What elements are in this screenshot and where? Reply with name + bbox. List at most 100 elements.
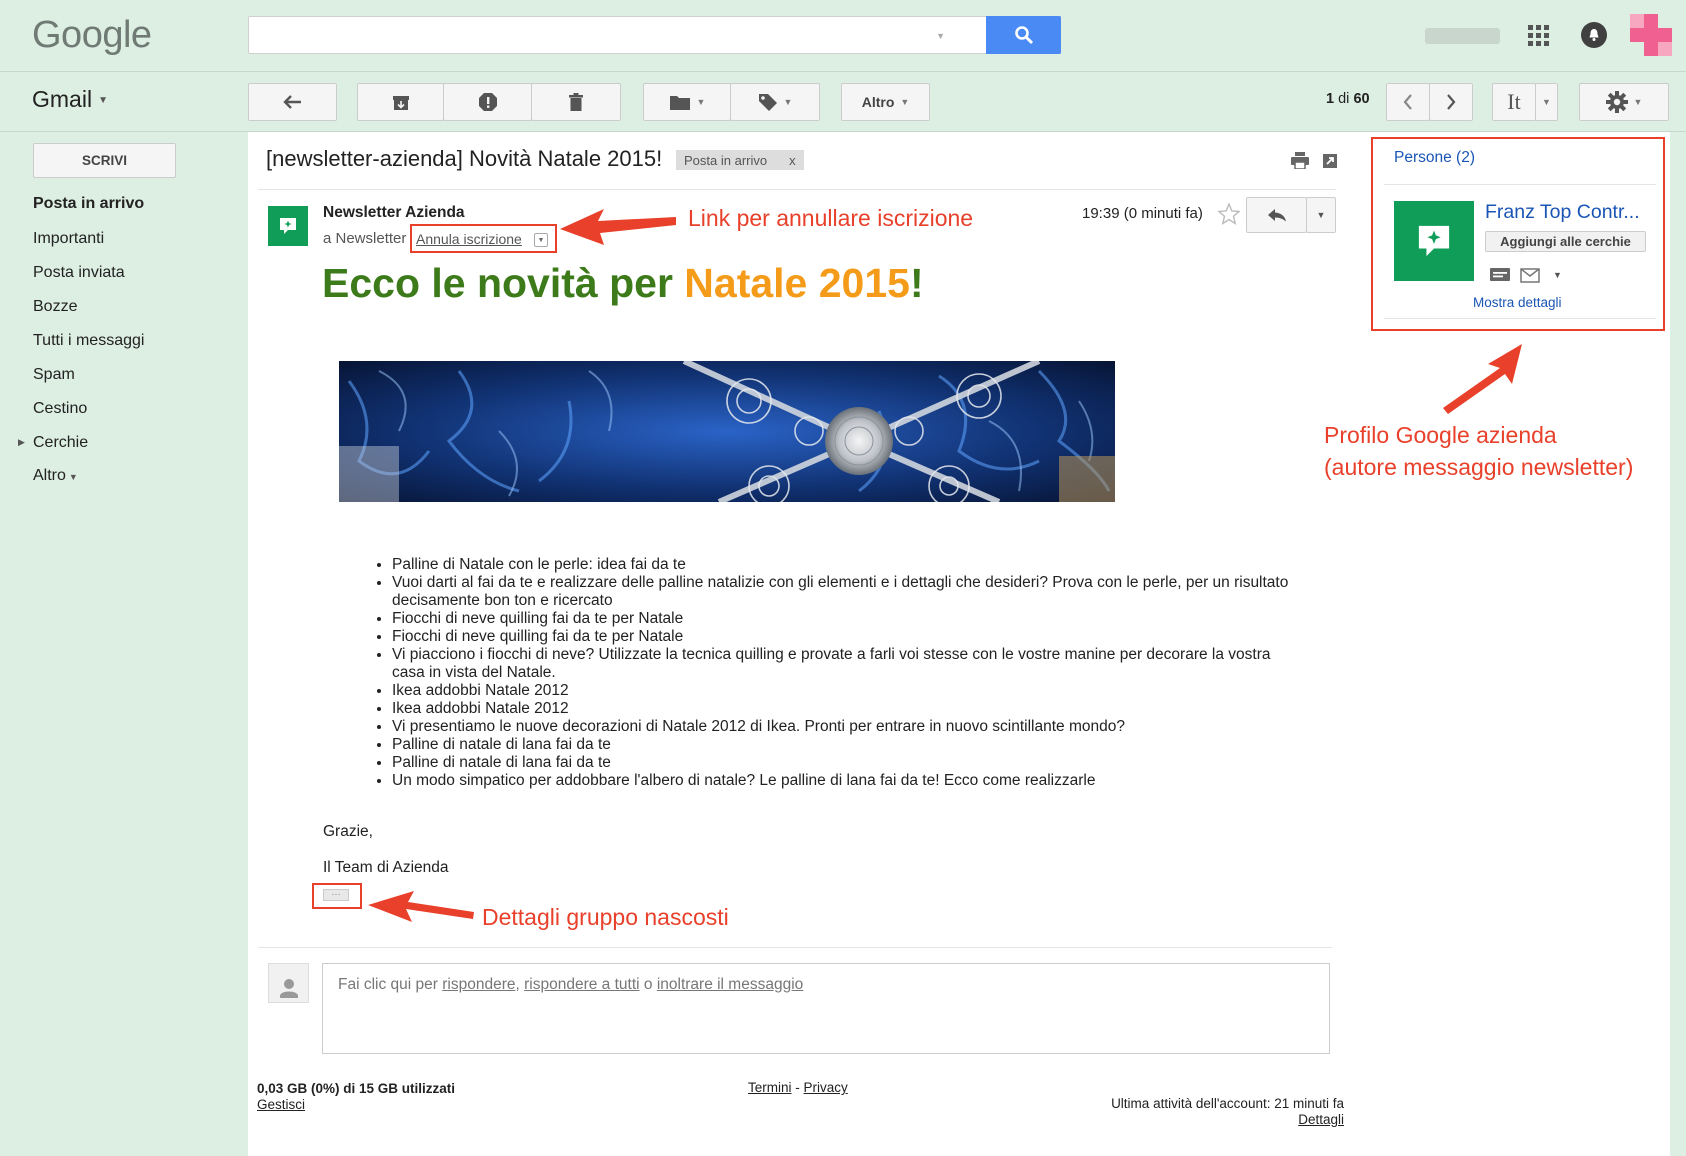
search-options-caret-icon[interactable]: ▼ [936, 31, 945, 41]
print-icon[interactable] [1291, 152, 1309, 169]
reply-box[interactable]: Fai clic qui per rispondere, rispondere … [322, 963, 1330, 1054]
list-item: Vi piacciono i fiocchi di neve? Utilizza… [392, 646, 1300, 682]
expand-circles-icon[interactable]: ▶ [18, 437, 25, 448]
gmail-menu[interactable]: Gmail ▼ [32, 86, 108, 113]
headline-part-1: Ecco le novità per [322, 260, 685, 306]
list-item: Fiocchi di neve quilling fai da te per N… [392, 610, 1300, 628]
list-item: Vuoi darti al fai da te e realizzare del… [392, 574, 1300, 610]
next-page-button[interactable] [1429, 83, 1473, 121]
reply-prompt: Fai clic qui per [338, 976, 443, 993]
newsletter-articles-list: Palline di Natale con le perle: idea fai… [370, 556, 1300, 790]
gmail-label: Gmail [32, 86, 93, 112]
chevron-down-icon: ▼ [900, 97, 910, 107]
chevron-down-icon: ▼ [1633, 97, 1643, 107]
sidebar-item-all-mail[interactable]: Tutti i messaggi [33, 332, 144, 350]
last-account-activity: Ultima attività dell'account: 21 minuti … [1111, 1096, 1344, 1111]
list-item: Palline di natale di lana fai da te [392, 736, 1300, 754]
archive-button[interactable] [357, 83, 444, 121]
open-new-window-icon[interactable] [1322, 153, 1338, 169]
annotation-profile: Profilo Google azienda (autore messaggio… [1324, 419, 1633, 483]
spam-icon [478, 93, 497, 111]
input-tools-dropdown[interactable]: ▼ [1535, 83, 1558, 121]
labels-button[interactable]: ▼ [730, 83, 820, 121]
back-arrow-icon [282, 95, 301, 109]
annotation-arrow-unsubscribe [560, 209, 676, 245]
subject-divider [258, 189, 1336, 190]
move-to-button[interactable]: ▼ [643, 83, 731, 121]
input-tools-label: It [1507, 89, 1521, 114]
chevron-down-icon: ▼ [1542, 97, 1551, 107]
pagination-info: 1 di 60 [1326, 91, 1370, 107]
manage-storage-link[interactable]: Gestisci [257, 1097, 305, 1112]
sidebar-item-trash[interactable]: Cestino [33, 400, 87, 418]
archive-icon [392, 95, 409, 110]
sidebar-item-sent[interactable]: Posta inviata [33, 264, 125, 282]
annotation-profile-line1: Profilo Google azienda [1324, 422, 1557, 448]
reply-all-link[interactable]: rispondere a tutti [524, 976, 639, 993]
chevron-down-icon: ▼ [1316, 210, 1326, 220]
sidebar-item-important[interactable]: Importanti [33, 230, 104, 248]
label-chip-remove[interactable]: x [789, 153, 796, 168]
label-tag-icon [758, 94, 777, 111]
hidden-details-highlight-box [312, 883, 362, 909]
compose-label: SCRIVI [81, 153, 127, 168]
footer-link-separator: - [791, 1080, 804, 1095]
annotation-unsubscribe: Link per annullare iscrizione [688, 205, 974, 231]
label-chip-text: Posta in arrivo [684, 152, 768, 168]
email-signature: Il Team di Azienda [323, 859, 449, 876]
sidebar-item-drafts[interactable]: Bozze [33, 298, 77, 316]
trash-icon [569, 93, 583, 111]
folder-icon [669, 95, 690, 110]
settings-button[interactable]: ▼ [1579, 83, 1669, 121]
google-plus-page-icon [280, 218, 296, 234]
sender-name[interactable]: Newsletter Azienda [323, 204, 465, 222]
reply-separator: o [639, 976, 657, 993]
prev-page-button[interactable] [1386, 83, 1430, 121]
input-tools-button[interactable]: It [1492, 83, 1536, 121]
annotation-arrow-hidden [368, 891, 474, 922]
header-divider [0, 71, 1686, 72]
compose-button[interactable]: SCRIVI [33, 143, 176, 178]
headline-part-2: Natale 2015 [684, 260, 910, 306]
search-input[interactable] [249, 17, 969, 53]
sidebar-item-inbox[interactable]: Posta in arrivo [33, 195, 144, 213]
bell-icon[interactable] [1581, 22, 1607, 48]
message-end-divider [258, 947, 1332, 948]
terms-link[interactable]: Termini [748, 1080, 792, 1095]
list-item: Ikea addobbi Natale 2012 [392, 682, 1300, 700]
page-range: 1 [1326, 91, 1335, 107]
sidebar-item-circles[interactable]: Cerchie [33, 434, 88, 452]
sidebar-item-spam[interactable]: Spam [33, 366, 75, 384]
more-button[interactable]: Altro ▼ [841, 83, 930, 121]
back-button[interactable] [248, 83, 337, 121]
reply-arrow-icon [1267, 209, 1286, 222]
forward-link[interactable]: inoltrare il messaggio [657, 976, 803, 993]
chevron-right-icon [1447, 94, 1456, 110]
sender-avatar [268, 206, 308, 246]
chevron-down-icon: ▼ [68, 472, 78, 482]
list-item: Vi presentiamo le nuove decorazioni di N… [392, 718, 1300, 736]
sidebar-item-more[interactable]: Altro ▼ [33, 467, 78, 485]
more-actions-dropdown[interactable]: ▼ [1306, 197, 1336, 233]
activity-details-link[interactable]: Dettagli [1298, 1112, 1344, 1127]
person-icon [279, 979, 298, 998]
label-chip: Posta in arrivo x [676, 150, 804, 170]
list-item: Fiocchi di neve quilling fai da te per N… [392, 628, 1300, 646]
reply-button[interactable] [1246, 197, 1307, 233]
apps-grid-icon[interactable] [1528, 25, 1549, 46]
search-button[interactable] [986, 16, 1061, 54]
christmas-banner-image [339, 361, 1115, 502]
email-headline: Ecco le novità per Natale 2015! [322, 260, 924, 307]
reply-link[interactable]: rispondere [442, 976, 515, 993]
search-bar: ▼ [248, 16, 1061, 54]
star-icon[interactable] [1218, 203, 1240, 225]
report-spam-button[interactable] [443, 83, 532, 121]
footer-links: Termini - Privacy [748, 1080, 848, 1095]
recipient-line: a Newsletter [323, 230, 407, 247]
page-of: di [1338, 91, 1350, 107]
profile-highlight-box [1371, 137, 1665, 331]
avatar[interactable] [1630, 14, 1672, 56]
chevron-down-icon: ▼ [98, 95, 108, 107]
delete-button[interactable] [531, 83, 621, 121]
privacy-link[interactable]: Privacy [804, 1080, 848, 1095]
